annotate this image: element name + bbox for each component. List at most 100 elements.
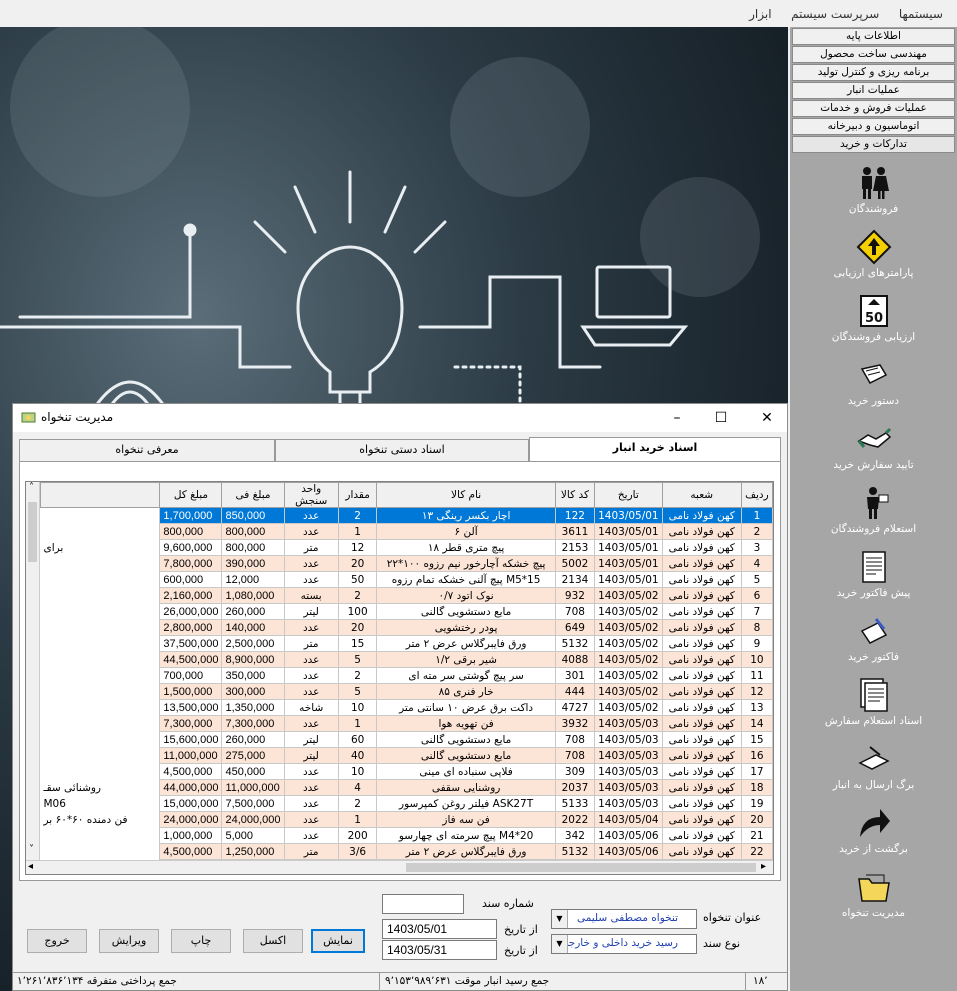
nav-approve-order[interactable]: تایید سفارش خرید: [790, 421, 957, 485]
column-header[interactable]: شعبه: [661, 482, 742, 508]
edit-button[interactable]: ویرایش: [99, 929, 159, 953]
table-row[interactable]: 4 کهن فولاد نامی 1403/05/01 5002 پیچ خشکه آچ…: [40, 555, 773, 572]
cell-branch: کهن فولاد نامی: [661, 715, 742, 732]
cell-name: خار فنری ۸۵: [376, 683, 556, 700]
nav-purchase-order[interactable]: دستور خرید: [790, 357, 957, 421]
cell-extra: [40, 619, 160, 636]
nav-proforma[interactable]: پیش فاکتور خرید: [790, 549, 957, 613]
vertical-scrollbar[interactable]: ˄ ˅: [26, 482, 40, 860]
cell-total: 700,000: [159, 667, 223, 684]
vertical-scroll-thumb[interactable]: [28, 502, 37, 562]
menu-admin[interactable]: سرپرست سیستم: [791, 7, 879, 21]
table-row[interactable]: 17 کهن فولاد نامی 1403/05/03 309 فلاپی سنباد…: [40, 763, 773, 780]
nav-vendor-evaluation[interactable]: 50 ارزیابی فروشندگان: [790, 293, 957, 357]
table-row[interactable]: 13 کهن فولاد نامی 1403/05/02 4727 داکت برق ع…: [40, 699, 773, 716]
table-row[interactable]: 14 کهن فولاد نامی 1403/05/03 3932 فن تهویه ه…: [40, 715, 773, 732]
menu-tools[interactable]: ابزار: [749, 7, 771, 21]
show-button[interactable]: نمایش: [311, 929, 365, 953]
cell-extra: [40, 523, 160, 540]
cell-name: اچار بکسر رینگی ۱۳: [376, 507, 556, 524]
cell-branch: کهن فولاد نامی: [661, 699, 742, 716]
cell-date: 1403/05/01: [594, 555, 663, 572]
scroll-down-icon[interactable]: ˅: [29, 844, 34, 855]
excel-button[interactable]: اکسل: [243, 929, 303, 953]
doc-number-input[interactable]: [382, 894, 464, 914]
close-icon[interactable]: ✕: [757, 408, 777, 428]
table-row[interactable]: 6 کهن فولاد نامی 1403/05/02 932 نوک اتود ۰/۷…: [40, 587, 773, 604]
minimize-icon[interactable]: –: [667, 408, 687, 428]
horizontal-scroll-thumb[interactable]: [406, 863, 756, 872]
horizontal-scrollbar[interactable]: ◂ ▸: [26, 860, 773, 874]
fund-title-select[interactable]: ▼ تنخواه مصطفی سلیمی: [551, 909, 697, 929]
nav-vendors[interactable]: فروشندگان: [790, 165, 957, 229]
cell-unit: عدد: [283, 827, 339, 844]
column-header[interactable]: مقدار: [337, 482, 378, 508]
category-product-engineering[interactable]: مهندسی ساخت محصول: [792, 46, 955, 63]
column-header[interactable]: نام کالا: [376, 482, 556, 508]
dialog-titlebar[interactable]: مدیریت تنخواه – ☐ ✕: [13, 404, 787, 432]
cell-n: 2: [740, 523, 773, 540]
scroll-right-icon[interactable]: ▸: [761, 861, 766, 872]
maximize-icon[interactable]: ☐: [711, 408, 731, 428]
cell-qty: 15: [337, 635, 378, 652]
table-row[interactable]: 5 کهن فولاد نامی 1403/05/01 2134 M5*15 پیچ آ…: [40, 571, 773, 588]
category-production-planning[interactable]: برنامه ریزی و کنترل تولید: [792, 64, 955, 81]
table-row[interactable]: 7 کهن فولاد نامی 1403/05/02 708 مایع دستشویی…: [40, 603, 773, 620]
nav-inquiry-docs[interactable]: اسناد استعلام سفارش: [790, 677, 957, 741]
table-row[interactable]: 16 کهن فولاد نامی 1403/05/03 708 مایع دستشوی…: [40, 747, 773, 764]
cell-branch: کهن فولاد نامی: [661, 539, 742, 556]
cell-code: 2037: [554, 779, 596, 796]
nav-send-to-warehouse[interactable]: برگ ارسال به انبار: [790, 741, 957, 805]
purchase-docs-grid[interactable]: ردیف شعبه تاریخ کد کالا نام کالا مقدار واحد سن…: [25, 481, 774, 875]
to-date-input[interactable]: 1403/05/31: [382, 940, 497, 960]
nav-invoice[interactable]: فاکتور خرید: [790, 613, 957, 677]
table-row[interactable]: 10 کهن فولاد نامی 1403/05/02 4088 شیر برقی ۱…: [40, 651, 773, 668]
scroll-left-icon[interactable]: ◂: [28, 861, 33, 872]
exit-button[interactable]: خروج: [27, 929, 87, 953]
scroll-up-icon[interactable]: ˄: [29, 482, 34, 493]
chevron-down-icon[interactable]: ▼: [552, 935, 568, 953]
table-row[interactable]: 19 کهن فولاد نامی 1403/05/03 5133 ASK27T فیل…: [40, 795, 773, 812]
table-row[interactable]: 15 کهن فولاد نامی 1403/05/03 708 مایع دستشوی…: [40, 731, 773, 748]
tab-fund-definition[interactable]: معرفی تنخواه: [19, 439, 275, 461]
print-button[interactable]: چاپ: [171, 929, 231, 953]
table-row[interactable]: 12 کهن فولاد نامی 1403/05/02 444 خار فنری ۸۵…: [40, 683, 773, 700]
cell-total: 37,500,000: [159, 635, 223, 652]
chevron-down-icon[interactable]: ▼: [552, 910, 568, 928]
column-header[interactable]: ردیف: [740, 482, 773, 508]
column-header[interactable]: تاریخ: [594, 482, 663, 508]
nav-evaluation-params[interactable]: پارامترهای ارزیابی: [790, 229, 957, 293]
category-base-info[interactable]: اطلاعات پایه: [792, 28, 955, 45]
category-sales[interactable]: عملیات فروش و خدمات: [792, 100, 955, 117]
cell-n: 16: [740, 747, 773, 764]
tab-warehouse-purchase-docs[interactable]: اسناد خرید انبار: [529, 437, 781, 462]
column-header-extra: [39, 482, 161, 508]
table-row[interactable]: 11 کهن فولاد نامی 1403/05/02 301 سر پیچ گوشت…: [40, 667, 773, 684]
tab-manual-fund-docs[interactable]: اسناد دستی تنخواه: [275, 439, 529, 461]
cell-qty: 1: [337, 523, 378, 540]
nav-petty-cash[interactable]: مدیریت تنخواه: [790, 869, 957, 933]
table-row[interactable]: 8 کهن فولاد نامی 1403/05/02 649 پودر رختشویی…: [40, 619, 773, 636]
nav-purchase-return[interactable]: برگشت از خرید: [790, 805, 957, 869]
category-warehouse[interactable]: عملیات انبار: [792, 82, 955, 99]
table-row[interactable]: 1 کهن فولاد نامی 1403/05/01 122 اچار بکسر ری…: [40, 507, 773, 524]
category-procurement[interactable]: تدارکات و خرید: [792, 136, 955, 153]
table-row[interactable]: 21 کهن فولاد نامی 1403/05/06 342 M4*20 پیچ س…: [40, 827, 773, 844]
category-automation[interactable]: اتوماسیون و دبیرخانه: [792, 118, 955, 135]
column-header[interactable]: واحد سنجش: [283, 482, 339, 508]
table-row[interactable]: 18 کهن فولاد نامی 1403/05/03 2037 روشنایی سق…: [40, 779, 773, 796]
nav-send-to-warehouse-label: برگ ارسال به انبار: [832, 779, 915, 791]
from-date-input[interactable]: 1403/05/01: [382, 919, 497, 939]
column-header[interactable]: مبلغ کل: [159, 482, 223, 508]
nav-vendor-inquiry[interactable]: استعلام فروشندگان: [790, 485, 957, 549]
column-header[interactable]: مبلغ فی: [221, 482, 285, 508]
table-row[interactable]: 22 کهن فولاد نامی 1403/05/06 5132 ورق فایبرگ…: [40, 843, 773, 860]
menu-systems[interactable]: سیستمها: [899, 7, 943, 21]
column-header[interactable]: کد کالا: [554, 482, 596, 508]
table-row[interactable]: 3 کهن فولاد نامی 1403/05/01 2153 پیچ متری قط…: [40, 539, 773, 556]
table-row[interactable]: 2 کهن فولاد نامی 1403/05/01 3611 آلن ۶ 1 عدد 80…: [40, 523, 773, 540]
table-row[interactable]: 9 کهن فولاد نامی 1403/05/02 5132 ورق فایبرگل…: [40, 635, 773, 652]
doc-type-select[interactable]: ▼ رسید خرید داخلی و خارجی: [551, 934, 697, 954]
table-row[interactable]: 20 کهن فولاد نامی 1403/05/04 2022 فن سه فاز 1…: [40, 811, 773, 828]
cell-n: 12: [740, 683, 773, 700]
